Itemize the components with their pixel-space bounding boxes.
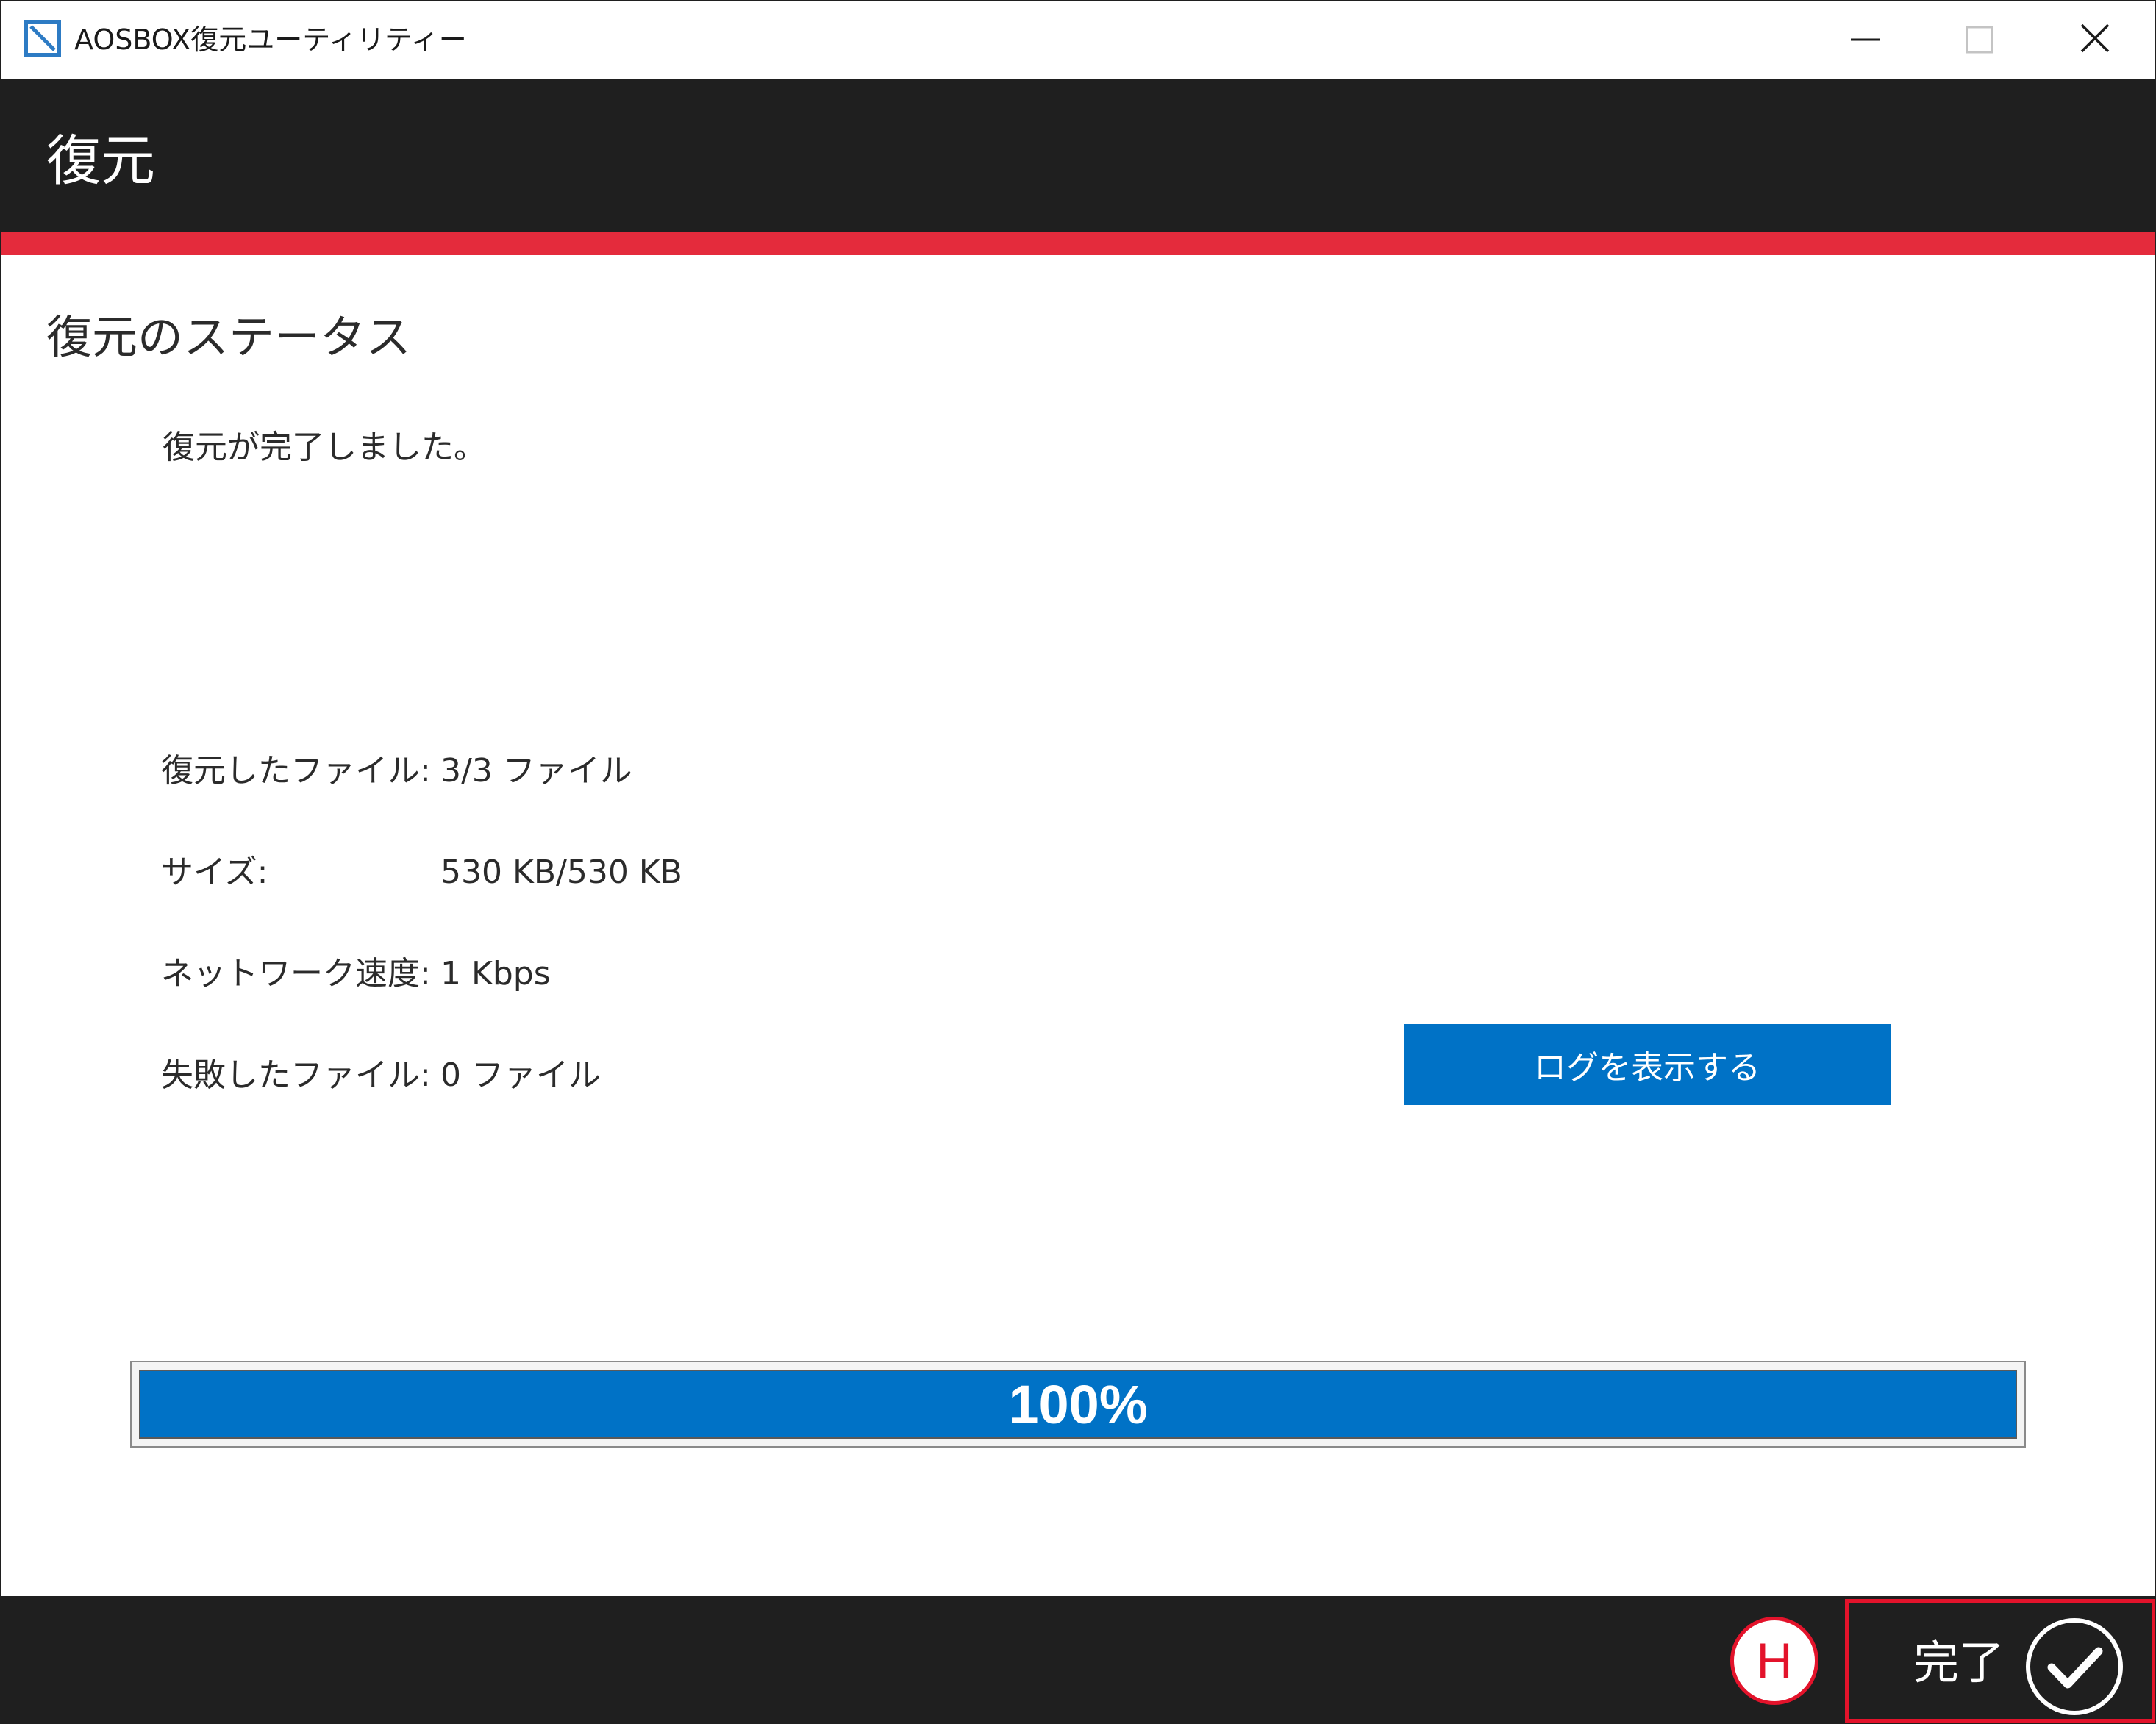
section-title: 復元のステータス	[46, 310, 412, 364]
page-header: 復元	[1, 79, 2155, 232]
size-value: 530 KB/530 KB	[440, 854, 682, 891]
finish-button-label: 完了	[1913, 1636, 2005, 1689]
app-logo-icon	[24, 20, 61, 57]
maximize-icon	[1966, 26, 1993, 54]
minimize-button[interactable]	[1808, 1, 1923, 79]
footer-bar: H 完了	[1, 1596, 2155, 1723]
close-icon	[2080, 24, 2110, 53]
title-bar: AOSBOX復元ユーティリティー	[1, 1, 2155, 79]
size-label: サイズ:	[161, 854, 268, 891]
network-speed-value: 1 Kbps	[440, 955, 551, 992]
restored-files-value: 3/3 ファイル	[440, 752, 632, 790]
checkmark-circle-icon	[2026, 1618, 2123, 1715]
restore-utility-window: AOSBOX復元ユーティリティー 復元 復元のステータス 復元が完了しました。 …	[0, 0, 2156, 1724]
restored-files-label: 復元したファイル:	[161, 752, 431, 790]
failed-files-label: 失敗したファイル:	[161, 1056, 431, 1094]
finish-button[interactable]: 完了	[1845, 1599, 2155, 1723]
status-message: 復元が完了しました。	[163, 429, 486, 466]
page-title: 復元	[46, 129, 155, 193]
network-speed-label: ネットワーク速度:	[161, 955, 431, 992]
close-button[interactable]	[2038, 1, 2152, 79]
progress-track: 100%	[139, 1370, 2017, 1439]
annotation-marker: H	[1730, 1617, 1818, 1705]
window-title: AOSBOX復元ユーティリティー	[74, 24, 467, 56]
failed-files-value: 0 ファイル	[440, 1056, 601, 1094]
accent-divider	[1, 232, 2155, 255]
progress-bar: 100%	[130, 1361, 2026, 1448]
maximize-button[interactable]	[1923, 1, 2038, 79]
minimize-icon	[1851, 38, 1880, 41]
show-log-button[interactable]: ログを表示する	[1404, 1024, 1891, 1105]
progress-label: 100%	[1008, 1373, 1148, 1435]
